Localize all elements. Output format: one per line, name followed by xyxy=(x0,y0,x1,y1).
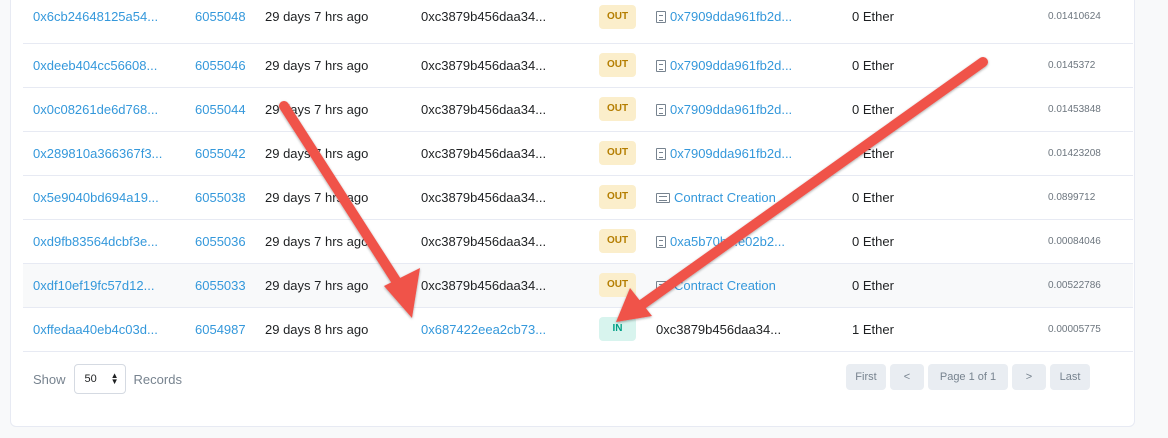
txn-fee-cell: 0.01423208 xyxy=(1038,131,1133,176)
direction-badge: IN xyxy=(599,317,636,341)
document-icon xyxy=(656,103,666,116)
table-row: 0x6cb24648125a54... 6055048 29 days 7 hrs … xyxy=(23,0,1133,44)
value-cell: 0 Ether xyxy=(842,131,1038,176)
from-address: 0xc3879b456daa34... xyxy=(421,101,547,117)
value-cell: 0 Ether xyxy=(842,43,1038,88)
from-address: 0xc3879b456daa34... xyxy=(421,9,547,25)
block-link[interactable]: 6055036 xyxy=(195,234,246,249)
table-row: 0xdf10ef19fc57d12... 6055033 29 days 7 hrs… xyxy=(23,263,1133,308)
page-info: Page 1 of 1 xyxy=(928,364,1008,390)
txn-hash-link[interactable]: 0xdeeb404cc56608... xyxy=(33,58,157,73)
table-row: 0x0c08261de6d768... 6055044 29 days 7 hrs … xyxy=(23,87,1133,132)
age-cell: 29 days 7 hrs ago xyxy=(255,131,411,176)
to-address-link[interactable]: 0x7909dda961fb2d... xyxy=(670,102,792,117)
transactions-card: 0x6cb24648125a54... 6055048 29 days 7 hrs … xyxy=(10,0,1135,427)
next-page-button[interactable]: > xyxy=(1012,364,1046,390)
txn-fee-cell: 0.01410624 xyxy=(1038,0,1133,44)
value-cell: 0 Ether xyxy=(842,175,1038,220)
pagination: First < Page 1 of 1 > Last xyxy=(846,364,1090,390)
to-address: 0xc3879b456daa34... xyxy=(656,321,782,337)
page-size-control: Show 50 ▲ ▼ Records xyxy=(33,364,182,394)
txn-hash-link[interactable]: 0xd9fb83564dcbf3e... xyxy=(33,234,158,249)
select-caret-icon: ▲ ▼ xyxy=(110,371,119,386)
table-row: 0xffedaa40eb4c03d... 6054987 29 days 8 hrs… xyxy=(23,307,1133,352)
block-link[interactable]: 6054987 xyxy=(195,322,246,337)
contract-creation-icon xyxy=(656,192,670,203)
last-page-button[interactable]: Last xyxy=(1050,364,1090,390)
age-cell: 29 days 7 hrs ago xyxy=(255,263,411,308)
value-cell: 0 Ether xyxy=(842,263,1038,308)
to-address-link[interactable]: 0x7909dda961fb2d... xyxy=(670,58,792,73)
table-row: 0x5e9040bd694a19... 6055038 29 days 7 hrs … xyxy=(23,175,1133,220)
value-cell: 0 Ether xyxy=(842,0,1038,44)
from-address: 0xc3879b456daa34... xyxy=(421,189,547,205)
to-address-link[interactable]: Contract Creation xyxy=(674,190,776,205)
txn-fee-cell: 0.0145372 xyxy=(1038,43,1133,88)
direction-badge: OUT xyxy=(599,273,636,297)
block-link[interactable]: 6055048 xyxy=(195,9,246,24)
txn-fee-cell: 0.01453848 xyxy=(1038,87,1133,132)
to-address-link[interactable]: 0x7909dda961fb2d... xyxy=(670,146,792,161)
document-icon xyxy=(656,59,666,72)
table-row: 0xd9fb83564dcbf3e... 6055036 29 days 7 hrs… xyxy=(23,219,1133,264)
block-link[interactable]: 6055044 xyxy=(195,102,246,117)
page-size-value: 50 xyxy=(84,373,97,385)
txn-hash-link[interactable]: 0x5e9040bd694a19... xyxy=(33,190,159,205)
from-address: 0xc3879b456daa34... xyxy=(421,57,547,73)
document-icon xyxy=(656,235,666,248)
document-icon xyxy=(656,147,666,160)
txn-fee-cell: 0.00084046 xyxy=(1038,219,1133,264)
age-cell: 29 days 7 hrs ago xyxy=(255,43,411,88)
records-label: Records xyxy=(133,371,182,387)
table-row: 0x289810a366367f3... 6055042 29 days 7 hrs… xyxy=(23,131,1133,176)
direction-badge: OUT xyxy=(599,53,636,77)
contract-creation-icon xyxy=(656,280,670,291)
age-cell: 29 days 7 hrs ago xyxy=(255,87,411,132)
txn-hash-link[interactable]: 0x289810a366367f3... xyxy=(33,146,162,161)
direction-badge: OUT xyxy=(599,97,636,121)
txn-hash-link[interactable]: 0xdf10ef19fc57d12... xyxy=(33,278,154,293)
txn-hash-link[interactable]: 0x6cb24648125a54... xyxy=(33,9,158,24)
value-cell: 0 Ether xyxy=(842,87,1038,132)
age-cell: 29 days 8 hrs ago xyxy=(255,307,411,352)
page-size-select[interactable]: 50 ▲ ▼ xyxy=(73,364,126,394)
txn-fee-cell: 0.0899712 xyxy=(1038,175,1133,220)
block-link[interactable]: 6055038 xyxy=(195,190,246,205)
age-cell: 29 days 7 hrs ago xyxy=(255,0,411,44)
txn-fee-cell: 0.00522786 xyxy=(1038,263,1133,308)
direction-badge: OUT xyxy=(599,141,636,165)
show-label: Show xyxy=(33,371,66,387)
from-address: 0xc3879b456daa34... xyxy=(421,277,547,293)
transactions-table: 0x6cb24648125a54... 6055048 29 days 7 hrs … xyxy=(23,0,1133,352)
value-cell: 0 Ether xyxy=(842,219,1038,264)
to-address-link[interactable]: Contract Creation xyxy=(674,278,776,293)
table-row: 0xdeeb404cc56608... 6055046 29 days 7 hrs … xyxy=(23,43,1133,88)
first-page-button[interactable]: First xyxy=(846,364,886,390)
direction-badge: OUT xyxy=(599,185,636,209)
txn-hash-link[interactable]: 0x0c08261de6d768... xyxy=(33,102,158,117)
direction-badge: OUT xyxy=(599,229,636,253)
age-cell: 29 days 7 hrs ago xyxy=(255,219,411,264)
to-address-link[interactable]: 0xa5b70b...e02b2... xyxy=(670,234,785,249)
direction-badge: OUT xyxy=(599,4,636,29)
age-cell: 29 days 7 hrs ago xyxy=(255,175,411,220)
block-link[interactable]: 6055042 xyxy=(195,146,246,161)
block-link[interactable]: 6055033 xyxy=(195,278,246,293)
prev-page-button[interactable]: < xyxy=(890,364,924,390)
block-link[interactable]: 6055046 xyxy=(195,58,246,73)
document-icon xyxy=(656,11,666,24)
to-address-link[interactable]: 0x7909dda961fb2d... xyxy=(670,9,792,24)
txn-fee-cell: 0.00005775 xyxy=(1038,307,1133,352)
from-address-link[interactable]: 0x687422eea2cb73... xyxy=(421,322,546,337)
value-cell: 1 Ether xyxy=(842,307,1038,352)
txn-hash-link[interactable]: 0xffedaa40eb4c03d... xyxy=(33,322,158,337)
from-address: 0xc3879b456daa34... xyxy=(421,145,547,161)
from-address: 0xc3879b456daa34... xyxy=(421,233,547,249)
